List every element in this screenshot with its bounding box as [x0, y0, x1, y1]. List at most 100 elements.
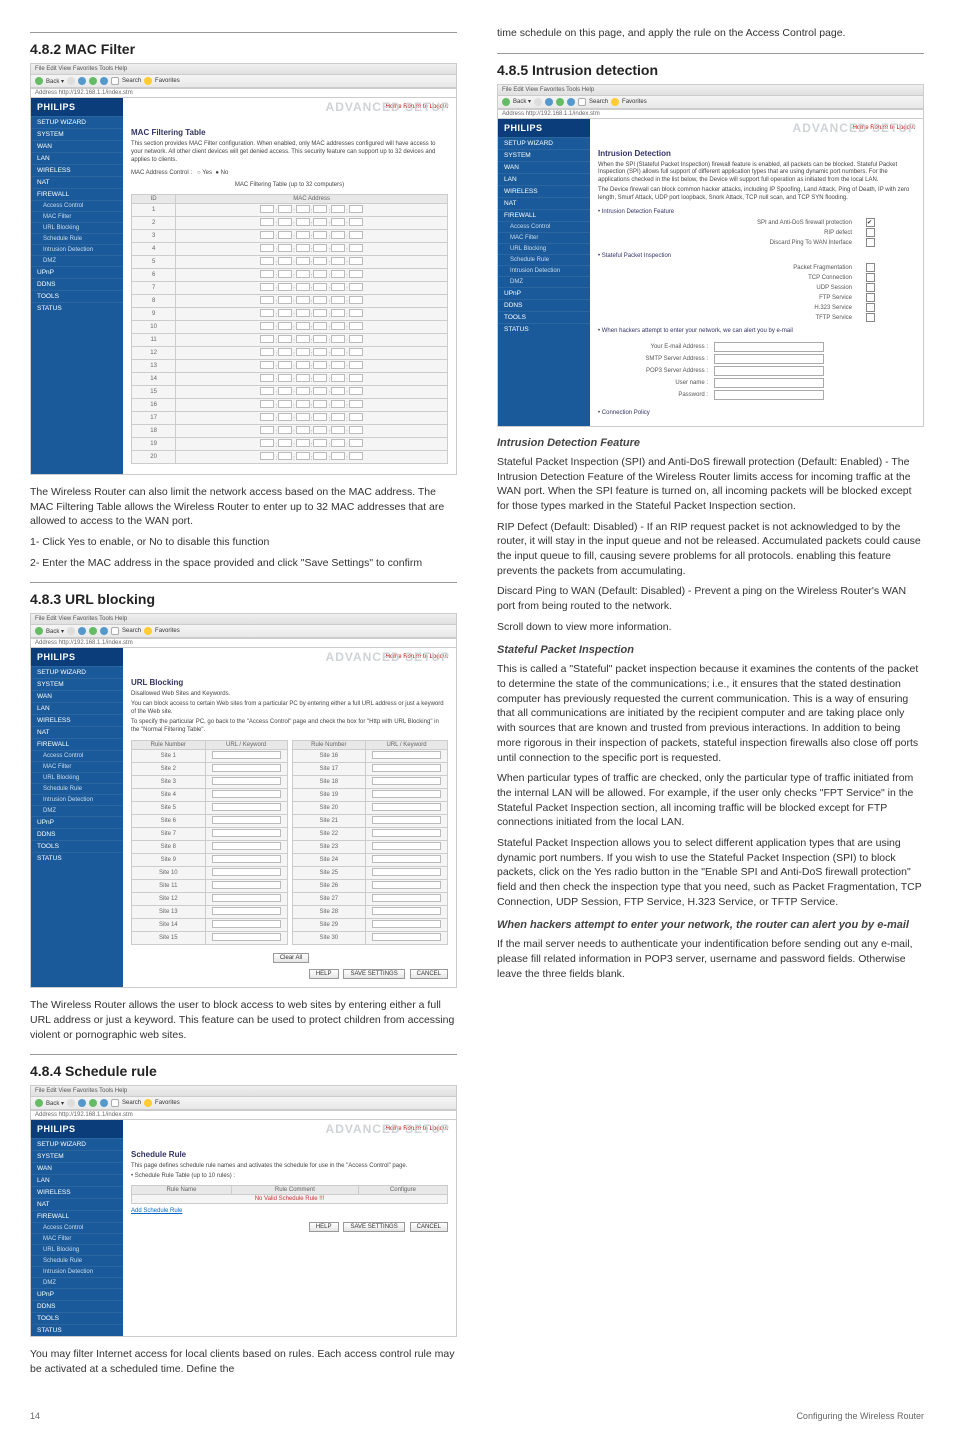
mac-row-input[interactable]: ::::: [176, 437, 448, 450]
sidebar-item[interactable]: SYSTEM [31, 678, 123, 690]
sidebar-item[interactable]: STATUS [31, 852, 123, 864]
fwd-icon[interactable] [67, 77, 75, 85]
url-keyword-input[interactable] [205, 789, 287, 802]
back-icon[interactable] [35, 1099, 43, 1107]
sidebar-item[interactable]: DDNS [498, 299, 590, 311]
sidebar-subitem[interactable]: DMZ [31, 255, 123, 266]
mac-row-input[interactable]: ::::: [176, 385, 448, 398]
feature-checkbox[interactable] [866, 293, 875, 302]
sidebar-item[interactable]: FIREWALL [31, 1210, 123, 1222]
mac-row-input[interactable]: ::::: [176, 307, 448, 320]
favorites-icon[interactable] [144, 627, 152, 635]
sidebar-item[interactable]: STATUS [31, 302, 123, 314]
sidebar-subitem[interactable]: URL Blocking [31, 222, 123, 233]
sidebar-item[interactable]: FIREWALL [31, 188, 123, 200]
sidebar-subitem[interactable]: MAC Filter [31, 761, 123, 772]
url-keyword-input[interactable] [366, 750, 448, 763]
back-icon[interactable] [502, 98, 510, 106]
url-keyword-input[interactable] [205, 932, 287, 945]
sidebar-item[interactable]: WIRELESS [31, 714, 123, 726]
url-keyword-input[interactable] [205, 906, 287, 919]
fwd-icon[interactable] [67, 627, 75, 635]
sidebar-subitem[interactable]: URL Blocking [498, 243, 590, 254]
sidebar-subitem[interactable]: MAC Filter [31, 1233, 123, 1244]
refresh-icon[interactable] [556, 98, 564, 106]
url-keyword-input[interactable] [205, 893, 287, 906]
mac-row-input[interactable]: ::::: [176, 320, 448, 333]
sidebar-subitem[interactable]: Schedule Rule [31, 233, 123, 244]
favorites-icon[interactable] [144, 1099, 152, 1107]
help-button[interactable]: HELP [309, 1222, 339, 1232]
mac-row-input[interactable]: ::::: [176, 424, 448, 437]
sidebar-item[interactable]: DDNS [31, 828, 123, 840]
back-icon[interactable] [35, 627, 43, 635]
sidebar-subitem[interactable]: Schedule Rule [31, 783, 123, 794]
sidebar-subitem[interactable]: Intrusion Detection [31, 1266, 123, 1277]
feature-checkbox[interactable] [866, 263, 875, 272]
radio-yes[interactable]: Yes [202, 170, 212, 176]
search-icon[interactable] [111, 1099, 119, 1107]
sidebar-item[interactable]: UPnP [498, 287, 590, 299]
url-keyword-input[interactable] [366, 789, 448, 802]
sidebar-item[interactable]: LAN [31, 702, 123, 714]
sidebar-item[interactable]: SETUP WIZARD [31, 1138, 123, 1150]
sidebar-item[interactable]: WIRELESS [498, 185, 590, 197]
sidebar-item[interactable]: NAT [31, 176, 123, 188]
mac-row-input[interactable]: ::::: [176, 450, 448, 463]
home-icon[interactable] [100, 77, 108, 85]
sidebar-subitem[interactable]: DMZ [31, 1277, 123, 1288]
sidebar-subitem[interactable]: URL Blocking [31, 772, 123, 783]
stop-icon[interactable] [78, 77, 86, 85]
sidebar-item[interactable]: WIRELESS [31, 164, 123, 176]
cancel-button[interactable]: CANCEL [410, 969, 448, 979]
mac-row-input[interactable]: ::::: [176, 255, 448, 268]
sidebar-subitem[interactable]: Intrusion Detection [31, 244, 123, 255]
url-keyword-input[interactable] [366, 828, 448, 841]
sidebar-item[interactable]: TOOLS [498, 311, 590, 323]
add-schedule-link[interactable]: Add Schedule Rule [131, 1208, 448, 1216]
help-button[interactable]: HELP [309, 969, 339, 979]
sidebar-item[interactable]: DDNS [31, 278, 123, 290]
url-keyword-input[interactable] [205, 828, 287, 841]
url-keyword-input[interactable] [366, 763, 448, 776]
save-button[interactable]: SAVE SETTINGS [343, 1222, 404, 1232]
feature-checkbox[interactable] [866, 283, 875, 292]
sidebar-subitem[interactable]: Schedule Rule [498, 254, 590, 265]
mail-field-input[interactable] [714, 390, 824, 400]
clear-all-button[interactable]: Clear All [273, 953, 309, 963]
sidebar-item[interactable]: UPnP [31, 816, 123, 828]
url-keyword-input[interactable] [366, 893, 448, 906]
sidebar-item[interactable]: UPnP [31, 1288, 123, 1300]
address-bar[interactable]: Address http://192.168.1.1/index.stm [31, 88, 456, 98]
sidebar-subitem[interactable]: Schedule Rule [31, 1255, 123, 1266]
url-keyword-input[interactable] [205, 841, 287, 854]
feature-checkbox[interactable] [866, 228, 875, 237]
sidebar-subitem[interactable]: Intrusion Detection [31, 794, 123, 805]
stop-icon[interactable] [545, 98, 553, 106]
sidebar-item[interactable]: UPnP [31, 266, 123, 278]
sidebar-item[interactable]: NAT [31, 726, 123, 738]
sidebar-item[interactable]: WAN [498, 161, 590, 173]
mac-row-input[interactable]: ::::: [176, 268, 448, 281]
cancel-button[interactable]: CANCEL [410, 1222, 448, 1232]
sidebar-item[interactable]: STATUS [31, 1324, 123, 1336]
url-keyword-input[interactable] [205, 880, 287, 893]
refresh-icon[interactable] [89, 1099, 97, 1107]
sidebar-item[interactable]: LAN [31, 152, 123, 164]
sidebar-item[interactable]: DDNS [31, 1300, 123, 1312]
mac-row-input[interactable]: ::::: [176, 242, 448, 255]
url-keyword-input[interactable] [366, 854, 448, 867]
url-keyword-input[interactable] [205, 750, 287, 763]
sidebar-item[interactable]: STATUS [498, 323, 590, 335]
url-keyword-input[interactable] [366, 841, 448, 854]
sidebar-item[interactable]: LAN [31, 1174, 123, 1186]
stop-icon[interactable] [78, 1099, 86, 1107]
mac-row-input[interactable]: ::::: [176, 229, 448, 242]
url-keyword-input[interactable] [205, 802, 287, 815]
url-keyword-input[interactable] [366, 802, 448, 815]
feature-checkbox[interactable] [866, 238, 875, 247]
search-icon[interactable] [578, 98, 586, 106]
feature-checkbox[interactable] [866, 313, 875, 322]
sidebar-subitem[interactable]: URL Blocking [31, 1244, 123, 1255]
sidebar-item[interactable]: SYSTEM [31, 1150, 123, 1162]
